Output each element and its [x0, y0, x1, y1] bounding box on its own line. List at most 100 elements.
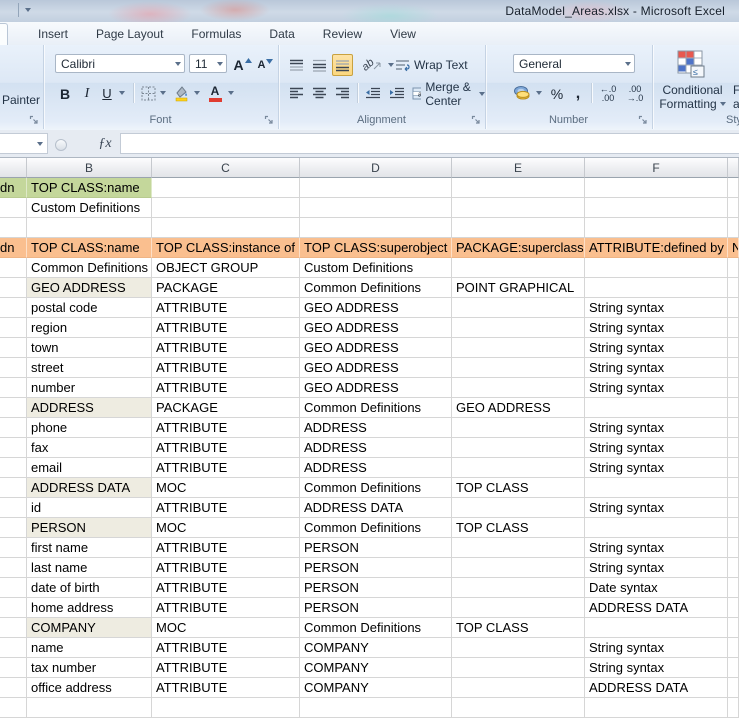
cell-A3[interactable]	[0, 218, 27, 238]
cell-E12[interactable]: GEO ADDRESS	[452, 398, 585, 418]
cell-G21[interactable]	[728, 578, 739, 598]
cell-G27[interactable]	[728, 698, 739, 718]
cell-D24[interactable]: COMPANY	[300, 638, 452, 658]
cell-F12[interactable]	[585, 398, 728, 418]
cell-E19[interactable]	[452, 538, 585, 558]
cell-G10[interactable]	[728, 358, 739, 378]
font-name-select[interactable]: Calibri	[55, 54, 185, 73]
orientation-chevron-icon[interactable]	[388, 63, 394, 67]
cell-F13[interactable]: String syntax	[585, 418, 728, 438]
orientation-button[interactable]: ab	[360, 54, 384, 76]
tab-page-layout[interactable]: Page Layout	[82, 24, 177, 45]
cell-F10[interactable]: String syntax	[585, 358, 728, 378]
cell-E20[interactable]	[452, 558, 585, 578]
cell-F9[interactable]: String syntax	[585, 338, 728, 358]
cell-C4[interactable]: TOP CLASS:instance of	[152, 238, 300, 258]
accounting-format-button[interactable]	[511, 82, 533, 105]
cell-B21[interactable]: date of birth	[27, 578, 152, 598]
cell-F21[interactable]: Date syntax	[585, 578, 728, 598]
cell-E13[interactable]	[452, 418, 585, 438]
cell-E10[interactable]	[452, 358, 585, 378]
cell-D11[interactable]: GEO ADDRESS	[300, 378, 452, 398]
cell-F26[interactable]: ADDRESS DATA	[585, 678, 728, 698]
cell-B24[interactable]: name	[27, 638, 152, 658]
cell-B7[interactable]: postal code	[27, 298, 152, 318]
cell-A6[interactable]	[0, 278, 27, 298]
cell-A7[interactable]	[0, 298, 27, 318]
cell-D25[interactable]: COMPANY	[300, 658, 452, 678]
cell-B13[interactable]: phone	[27, 418, 152, 438]
cell-E17[interactable]	[452, 498, 585, 518]
underline-button[interactable]: U	[98, 82, 116, 105]
cell-F6[interactable]	[585, 278, 728, 298]
cell-F1[interactable]	[585, 178, 728, 198]
cell-D2[interactable]	[300, 198, 452, 218]
cell-A25[interactable]	[0, 658, 27, 678]
cell-A24[interactable]	[0, 638, 27, 658]
grow-font-button[interactable]: A	[232, 54, 253, 76]
cell-D5[interactable]: Custom Definitions	[300, 258, 452, 278]
cell-C20[interactable]: ATTRIBUTE	[152, 558, 300, 578]
cell-A12[interactable]	[0, 398, 27, 418]
cell-A26[interactable]	[0, 678, 27, 698]
cell-E11[interactable]	[452, 378, 585, 398]
cell-A13[interactable]	[0, 418, 27, 438]
cell-G16[interactable]	[728, 478, 739, 498]
cell-G22[interactable]	[728, 598, 739, 618]
cell-E23[interactable]: TOP CLASS	[452, 618, 585, 638]
cell-F7[interactable]: String syntax	[585, 298, 728, 318]
font-color-chevron-icon[interactable]	[228, 91, 234, 95]
cell-D23[interactable]: Common Definitions	[300, 618, 452, 638]
cell-C21[interactable]: ATTRIBUTE	[152, 578, 300, 598]
cell-A16[interactable]	[0, 478, 27, 498]
cell-E24[interactable]	[452, 638, 585, 658]
cell-E14[interactable]	[452, 438, 585, 458]
cell-B18[interactable]: PERSON	[27, 518, 152, 538]
cell-E21[interactable]	[452, 578, 585, 598]
cell-D1[interactable]	[300, 178, 452, 198]
cell-B6[interactable]: GEO ADDRESS	[27, 278, 152, 298]
number-dialog-launcher-icon[interactable]	[638, 115, 649, 126]
cell-C17[interactable]: ATTRIBUTE	[152, 498, 300, 518]
cell-D16[interactable]: Common Definitions	[300, 478, 452, 498]
cell-E5[interactable]	[452, 258, 585, 278]
cell-E27[interactable]	[452, 698, 585, 718]
cell-G23[interactable]	[728, 618, 739, 638]
conditional-formatting-label[interactable]: Conditional Formatting	[652, 83, 733, 111]
cell-A14[interactable]	[0, 438, 27, 458]
cell-G3[interactable]	[728, 218, 739, 238]
cell-E6[interactable]: POINT GRAPHICAL	[452, 278, 585, 298]
cell-F16[interactable]	[585, 478, 728, 498]
increase-indent-button[interactable]	[386, 82, 408, 105]
clipboard-dialog-launcher-icon[interactable]	[29, 115, 40, 126]
cell-A1[interactable]: dn	[0, 178, 27, 198]
cell-C13[interactable]: ATTRIBUTE	[152, 418, 300, 438]
cell-A19[interactable]	[0, 538, 27, 558]
cell-G9[interactable]	[728, 338, 739, 358]
accounting-chevron-icon[interactable]	[536, 91, 542, 95]
cell-C5[interactable]: OBJECT GROUP	[152, 258, 300, 278]
cell-B17[interactable]: id	[27, 498, 152, 518]
cell-D14[interactable]: ADDRESS	[300, 438, 452, 458]
cell-G25[interactable]	[728, 658, 739, 678]
cell-D6[interactable]: Common Definitions	[300, 278, 452, 298]
middle-align-button[interactable]	[309, 54, 330, 76]
tab-data[interactable]: Data	[255, 24, 308, 45]
cell-F2[interactable]	[585, 198, 728, 218]
cell-A2[interactable]	[0, 198, 27, 218]
cell-C7[interactable]: ATTRIBUTE	[152, 298, 300, 318]
cell-C26[interactable]: ATTRIBUTE	[152, 678, 300, 698]
cell-A15[interactable]	[0, 458, 27, 478]
cell-G14[interactable]	[728, 438, 739, 458]
column-header-A[interactable]	[0, 158, 27, 178]
cell-F15[interactable]: String syntax	[585, 458, 728, 478]
cell-C6[interactable]: PACKAGE	[152, 278, 300, 298]
insert-function-button[interactable]: ƒx	[92, 133, 118, 154]
cell-E18[interactable]: TOP CLASS	[452, 518, 585, 538]
column-header-C[interactable]: C	[152, 158, 300, 178]
cell-G11[interactable]	[728, 378, 739, 398]
cell-A18[interactable]	[0, 518, 27, 538]
cell-D18[interactable]: Common Definitions	[300, 518, 452, 538]
cell-B9[interactable]: town	[27, 338, 152, 358]
cell-C27[interactable]	[152, 698, 300, 718]
